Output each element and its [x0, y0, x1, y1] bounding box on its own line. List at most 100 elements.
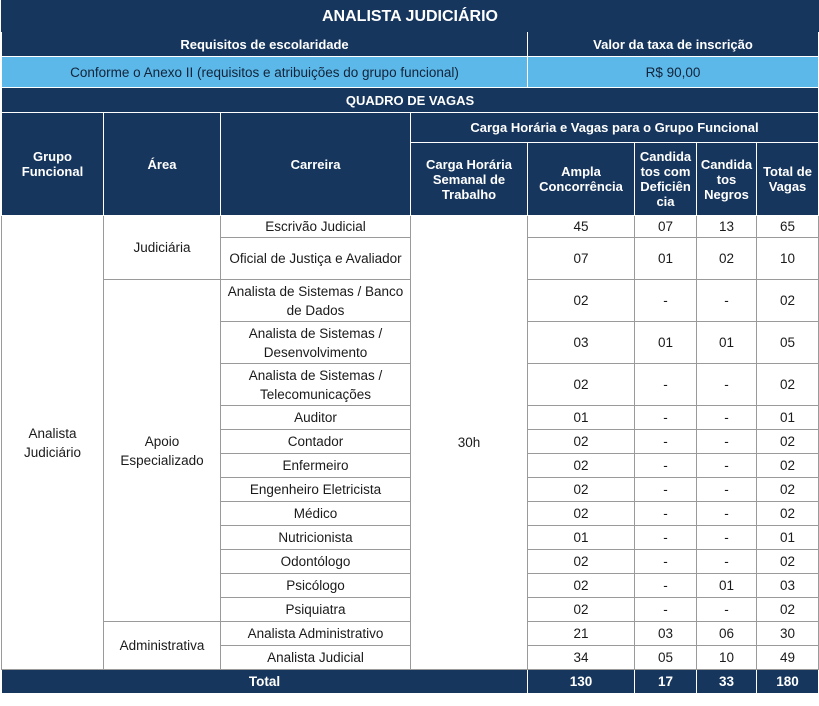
deficiencia-cell: -	[634, 501, 697, 526]
total-label: Total	[1, 669, 528, 694]
ampla-cell: 34	[527, 645, 635, 670]
negros-cell: -	[696, 525, 757, 550]
negros-cell: -	[696, 279, 757, 322]
total-cell: 02	[756, 429, 819, 454]
negros-cell: -	[696, 501, 757, 526]
deficiencia-cell: -	[634, 525, 697, 550]
negros-cell: -	[696, 363, 757, 406]
vagas-table: ANALISTA JUDICIÁRIO Requisitos de escola…	[1, 0, 819, 694]
ampla-cell: 02	[527, 363, 635, 406]
carreira-cell: Enfermeiro	[220, 453, 411, 478]
total-cell: 02	[756, 477, 819, 502]
ampla-cell: 01	[527, 525, 635, 550]
area-cell: Judiciária	[103, 215, 221, 280]
negros-cell: -	[696, 549, 757, 574]
ampla-cell: 45	[527, 215, 635, 238]
total-vagas: 180	[756, 669, 819, 694]
ampla-cell: 07	[527, 237, 635, 280]
carreira-cell: Nutricionista	[220, 525, 411, 550]
quadro-title: QUADRO DE VAGAS	[1, 87, 819, 113]
ampla-cell: 01	[527, 405, 635, 430]
col-area: Área	[103, 112, 221, 216]
carreira-cell: Analista de Sistemas / Telecomunicações	[220, 363, 411, 406]
deficiencia-cell: 01	[634, 321, 697, 364]
table-row: Analista Judiciário Judiciária Escrivão Ju…	[1, 215, 819, 670]
col-carga-semanal: Carga Horária Semanal de Trabalho	[410, 142, 528, 216]
col-negros: Candida tos Negros	[696, 142, 757, 216]
ampla-cell: 02	[527, 429, 635, 454]
carreira-cell: Médico	[220, 501, 411, 526]
deficiencia-cell: -	[634, 573, 697, 598]
col-ampla: Ampla Concorrência	[527, 142, 635, 216]
carreira-cell: Auditor	[220, 405, 411, 430]
negros-cell: -	[696, 477, 757, 502]
deficiencia-cell: -	[634, 549, 697, 574]
deficiencia-cell: -	[634, 453, 697, 478]
negros-cell: -	[696, 429, 757, 454]
taxa-value: R$ 90,00	[527, 56, 819, 88]
col-total: Total de Vagas	[756, 142, 819, 216]
ampla-cell: 02	[527, 477, 635, 502]
carga-cell: 30h	[410, 215, 528, 670]
total-cell: 05	[756, 321, 819, 364]
negros-cell: -	[696, 597, 757, 622]
col-grupo: Grupo Funcional	[1, 112, 104, 216]
ampla-cell: 02	[527, 279, 635, 322]
requisitos-header: Requisitos de escolaridade	[1, 31, 528, 57]
deficiencia-cell: -	[634, 405, 697, 430]
carreira-cell: Psicólogo	[220, 573, 411, 598]
grupo-cell: Analista Judiciário	[1, 215, 104, 670]
deficiencia-cell: -	[634, 363, 697, 406]
total-cell: 30	[756, 621, 819, 646]
deficiencia-cell: 01	[634, 237, 697, 280]
total-cell: 02	[756, 597, 819, 622]
carreira-cell: Psiquiatra	[220, 597, 411, 622]
total-cell: 01	[756, 525, 819, 550]
deficiencia-cell: -	[634, 429, 697, 454]
deficiencia-cell: 05	[634, 645, 697, 670]
negros-cell: 01	[696, 321, 757, 364]
ampla-cell: 02	[527, 573, 635, 598]
ampla-cell: 02	[527, 549, 635, 574]
total-deficiencia: 17	[634, 669, 697, 694]
deficiencia-cell: -	[634, 597, 697, 622]
total-cell: 03	[756, 573, 819, 598]
table-title: ANALISTA JUDICIÁRIO	[1, 0, 819, 32]
ampla-cell: 02	[527, 597, 635, 622]
deficiencia-cell: 07	[634, 215, 697, 238]
table-row: Administrativa Analista Administrativo 21 0…	[2, 621, 819, 670]
carreira-cell: Analista de Sistemas / Banco de Dados	[220, 279, 411, 322]
carreira-cell: Oficial de Justiça e Avaliador	[220, 237, 411, 280]
negros-cell: 10	[696, 645, 757, 670]
area-cell: Apoio Especializado	[103, 279, 221, 622]
total-cell: 02	[756, 453, 819, 478]
carreira-cell: Analista Judicial	[220, 645, 411, 670]
total-cell: 65	[756, 215, 819, 238]
col-carga-group: Carga Horária e Vagas para o Grupo Funci…	[410, 112, 819, 143]
total-cell: 02	[756, 279, 819, 322]
total-ampla: 130	[527, 669, 635, 694]
deficiencia-cell: -	[634, 279, 697, 322]
ampla-cell: 02	[527, 453, 635, 478]
col-carreira: Carreira	[220, 112, 411, 216]
carreira-cell: Contador	[220, 429, 411, 454]
negros-cell: 06	[696, 621, 757, 646]
carreira-cell: Analista Administrativo	[220, 621, 411, 646]
negros-cell: 13	[696, 215, 757, 238]
total-cell: 10	[756, 237, 819, 280]
total-cell: 49	[756, 645, 819, 670]
deficiencia-cell: -	[634, 477, 697, 502]
negros-cell: -	[696, 405, 757, 430]
requisitos-value: Conforme o Anexo II (requisitos e atribu…	[1, 56, 528, 88]
table-row: Apoio Especializado Analista de Sistemas …	[2, 279, 819, 622]
taxa-header: Valor da taxa de inscrição	[527, 31, 819, 57]
carreira-cell: Engenheiro Eletricista	[220, 477, 411, 502]
col-deficiencia: Candida tos com Deficiên cia	[634, 142, 697, 216]
carreira-cell: Escrivão Judicial	[220, 215, 411, 238]
total-negros: 33	[696, 669, 757, 694]
ampla-cell: 03	[527, 321, 635, 364]
carreira-cell: Analista de Sistemas / Desenvolvimento	[220, 321, 411, 364]
total-cell: 02	[756, 501, 819, 526]
negros-cell: -	[696, 453, 757, 478]
carreira-cell: Odontólogo	[220, 549, 411, 574]
